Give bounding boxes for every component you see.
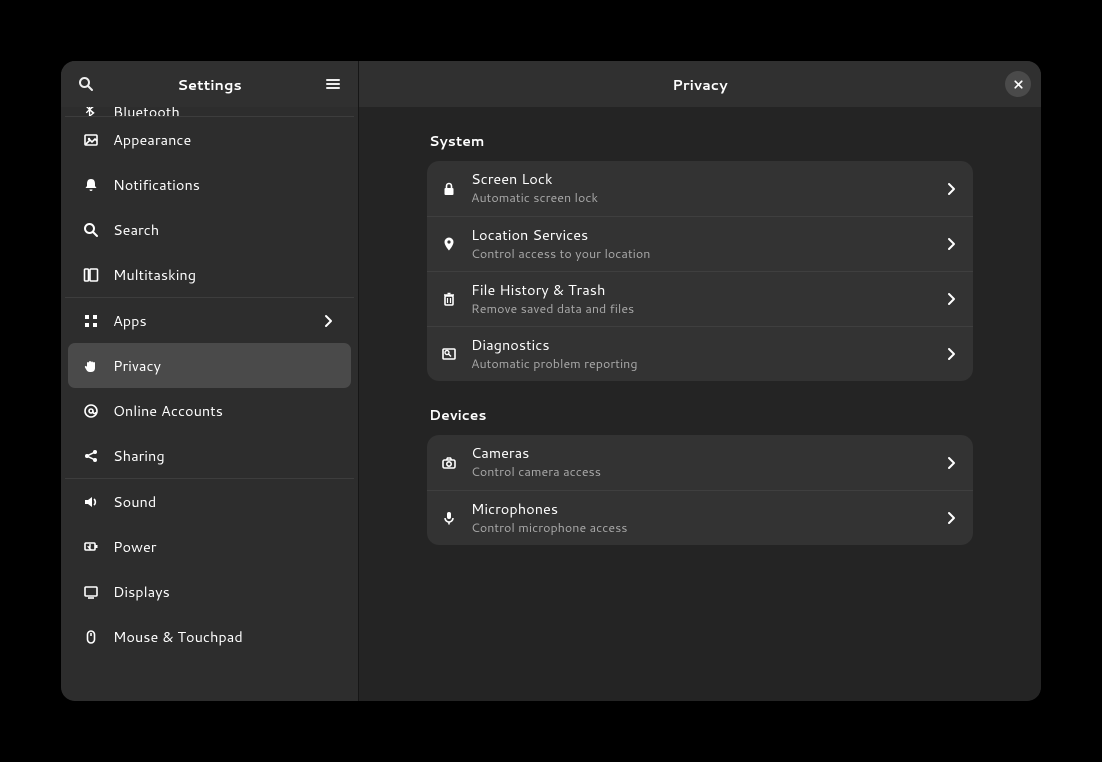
row-title: Location Services [471,226,943,245]
sidebar-item-sound[interactable]: Sound [68,479,351,524]
settings-window: Settings Bluetooth Appearance Notificati… [61,61,1041,701]
row-group: Screen Lock Automatic screen lock Locati… [427,161,973,381]
grid-icon [83,313,99,329]
row-location-services[interactable]: Location Services Control access to your… [427,216,973,271]
at-icon [83,403,99,419]
sidebar-item-label: Apps [113,310,320,331]
row-subtitle: Control camera access [471,464,943,480]
menu-button[interactable] [318,69,348,99]
close-button[interactable] [1005,71,1031,97]
row-subtitle: Remove saved data and files [471,301,943,317]
sidebar-item-label: Notifications [113,174,336,195]
sidebar-title: Settings [101,74,318,95]
sidebar-item-bluetooth[interactable]: Bluetooth [68,107,351,116]
chevron-right-icon [943,291,959,307]
bell-icon [83,177,99,193]
row-subtitle: Automatic problem reporting [471,356,943,372]
sidebar-item-label: Privacy [113,355,336,376]
sidebar-item-apps[interactable]: Apps [68,298,351,343]
main-header: Privacy [359,61,1041,107]
row-title: File History & Trash [471,281,943,300]
row-title: Cameras [471,444,943,463]
section-title: System [427,131,973,151]
sidebar-item-mouse-touchpad[interactable]: Mouse & Touchpad [68,614,351,659]
sidebar-header: Settings [61,61,358,107]
row-microphones[interactable]: Microphones Control microphone access [427,490,973,545]
sidebar-item-label: Displays [113,581,336,602]
chevron-right-icon [943,510,959,526]
mouse-icon [83,629,99,645]
row-file-history-trash[interactable]: File History & Trash Remove saved data a… [427,271,973,326]
section-devices: Devices Cameras Control camera access [427,405,973,545]
sidebar-item-online-accounts[interactable]: Online Accounts [68,388,351,433]
sidebar-item-notifications[interactable]: Notifications [68,162,351,207]
sidebar-item-power[interactable]: Power [68,524,351,569]
main-panel: Privacy System Screen Lock Automatic scr… [359,61,1041,701]
main-content: System Screen Lock Automatic screen lock [359,107,1041,701]
sidebar-item-label: Appearance [113,129,336,150]
close-icon [1012,78,1025,91]
row-title: Diagnostics [471,336,943,355]
sidebar: Settings Bluetooth Appearance Notificati… [61,61,359,701]
sidebar-item-displays[interactable]: Displays [68,569,351,614]
sidebar-item-multitasking[interactable]: Multitasking [68,252,351,297]
sidebar-list: Bluetooth Appearance Notifications Searc… [61,107,358,701]
sidebar-item-label: Power [113,536,336,557]
multitasking-icon [83,267,99,283]
row-subtitle: Control microphone access [471,520,943,536]
page-title: Privacy [395,74,1005,95]
sidebar-item-label: Online Accounts [113,400,336,421]
display-icon [83,584,99,600]
sidebar-item-sharing[interactable]: Sharing [68,433,351,478]
row-diagnostics[interactable]: Diagnostics Automatic problem reporting [427,326,973,381]
microphone-icon [441,510,457,526]
sidebar-item-label: Sound [113,491,336,512]
appearance-icon [83,132,99,148]
camera-icon [441,455,457,471]
location-icon [441,236,457,252]
sidebar-item-label: Search [113,219,336,240]
sidebar-item-label: Mouse & Touchpad [113,626,336,647]
row-subtitle: Automatic screen lock [471,190,943,206]
trash-icon [441,291,457,307]
sidebar-item-label: Bluetooth [113,107,180,116]
share-icon [83,448,99,464]
power-icon [83,539,99,555]
row-cameras[interactable]: Cameras Control camera access [427,435,973,490]
search-icon [83,222,99,238]
chevron-right-icon [320,313,336,329]
hamburger-icon [325,76,341,92]
sidebar-item-search[interactable]: Search [68,207,351,252]
chevron-right-icon [943,455,959,471]
section-system: System Screen Lock Automatic screen lock [427,131,973,381]
search-button[interactable] [71,69,101,99]
hand-icon [83,358,99,374]
sidebar-item-appearance[interactable]: Appearance [68,117,351,162]
row-group: Cameras Control camera access Microphone… [427,435,973,545]
bluetooth-icon [83,107,99,116]
search-icon [78,76,94,92]
section-title: Devices [427,405,973,425]
lock-icon [441,181,457,197]
chevron-right-icon [943,346,959,362]
sidebar-item-label: Multitasking [113,264,336,285]
sidebar-item-label: Sharing [113,445,336,466]
sidebar-item-privacy[interactable]: Privacy [68,343,351,388]
chevron-right-icon [943,181,959,197]
row-screen-lock[interactable]: Screen Lock Automatic screen lock [427,161,973,216]
sound-icon [83,494,99,510]
row-subtitle: Control access to your location [471,246,943,262]
diagnostics-icon [441,346,457,362]
chevron-right-icon [943,236,959,252]
row-title: Microphones [471,500,943,519]
row-title: Screen Lock [471,170,943,189]
